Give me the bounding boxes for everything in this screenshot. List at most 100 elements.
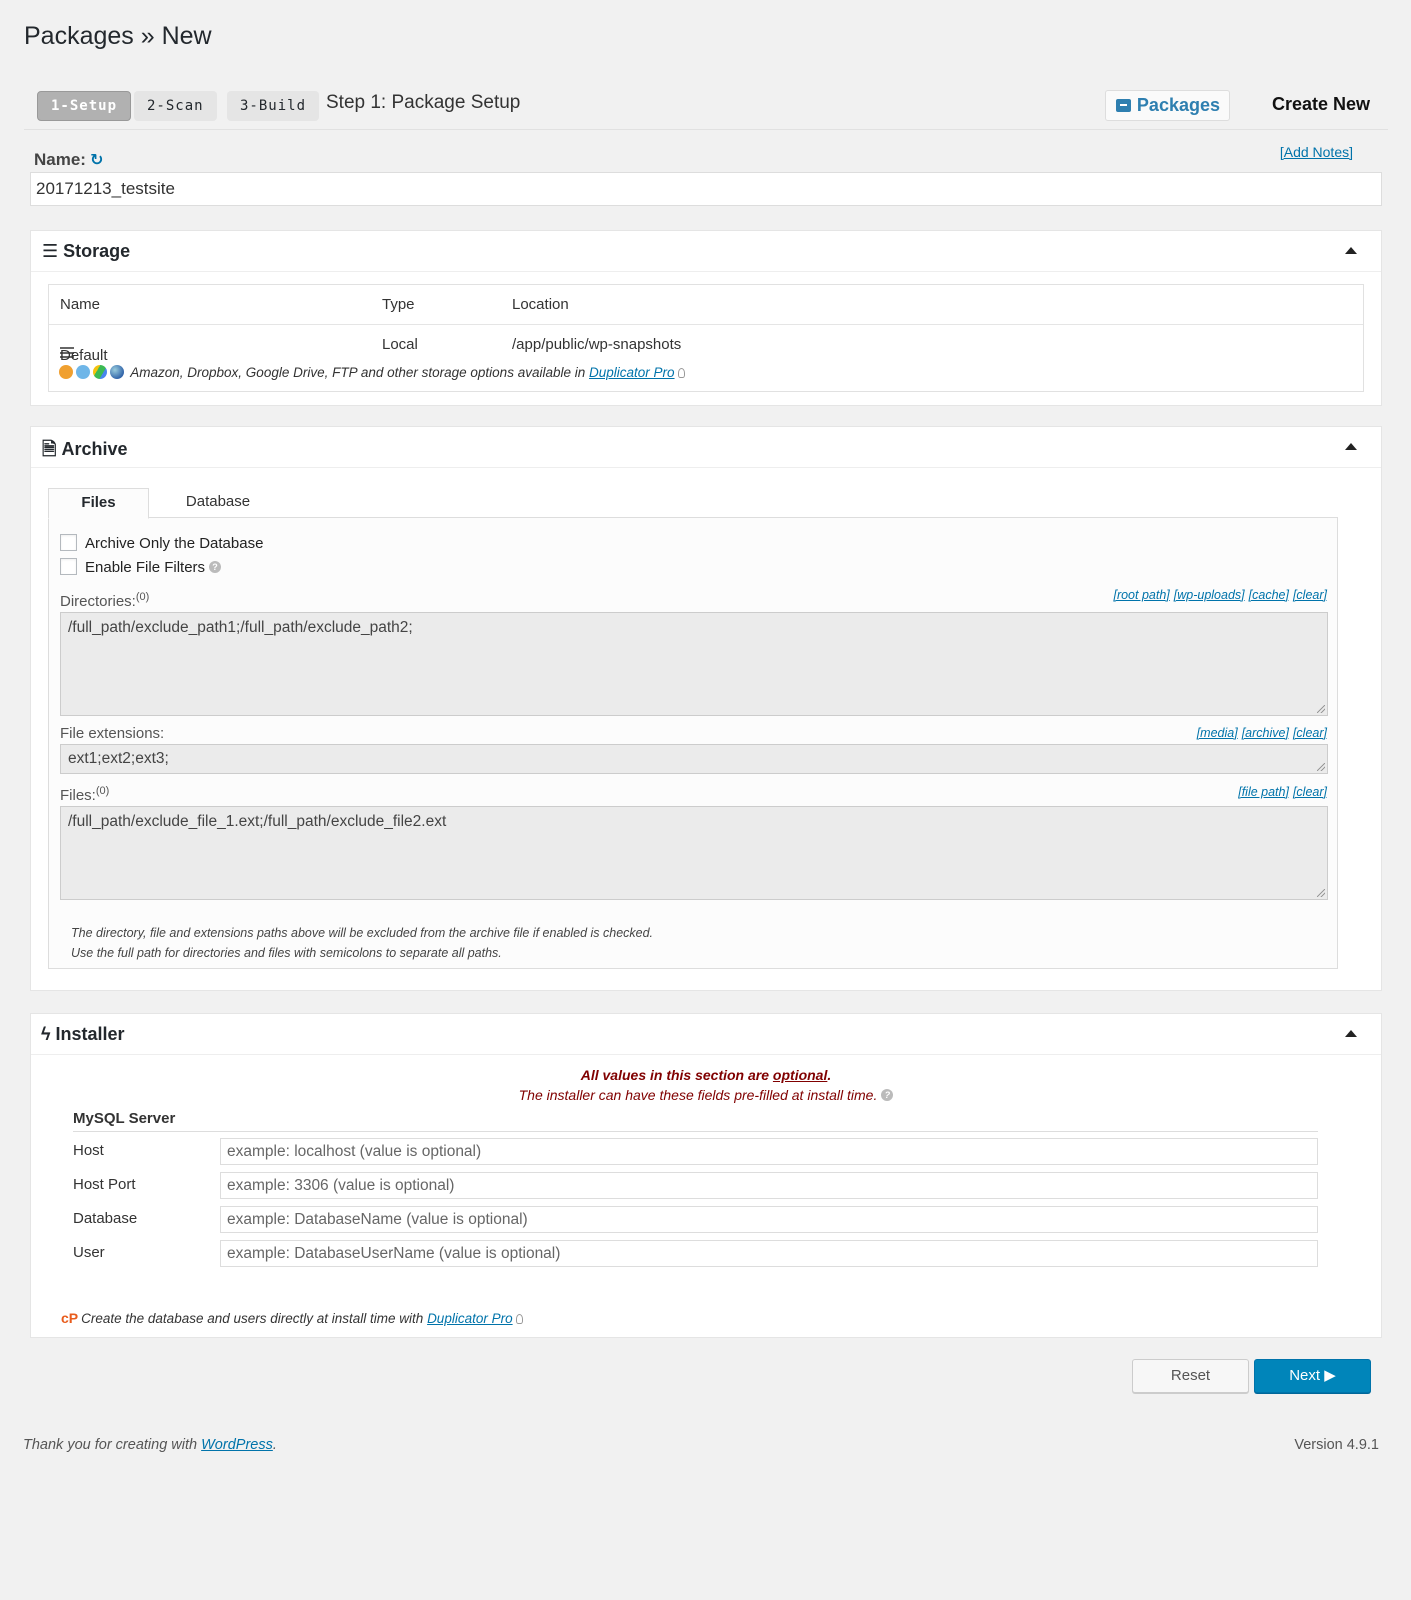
installer-pro-notice: cP Create the database and users directly… bbox=[61, 1310, 523, 1326]
file-archive-icon: 🗎 bbox=[42, 439, 57, 459]
storage-panel-header[interactable]: ☰ Storage bbox=[31, 231, 1381, 272]
next-button[interactable]: Next ▶ bbox=[1254, 1359, 1371, 1393]
mysql-server-heading: MySQL Server bbox=[73, 1110, 1318, 1132]
storage-title-text: Storage bbox=[63, 241, 131, 261]
footer-thanks-suffix: . bbox=[272, 1437, 277, 1453]
enable-file-filters-option[interactable]: Enable File Filters? bbox=[60, 558, 222, 576]
installer-pro-text: Create the database and users directly a… bbox=[81, 1311, 428, 1326]
collapse-caret-icon[interactable] bbox=[1345, 443, 1357, 450]
storage-pro-text: Amazon, Dropbox, Google Drive, FTP and o… bbox=[130, 365, 589, 380]
database-label: Database bbox=[73, 1210, 138, 1227]
media-link[interactable]: [media] bbox=[1197, 726, 1238, 740]
host-port-label: Host Port bbox=[73, 1176, 136, 1193]
lightbulb-icon bbox=[515, 1314, 523, 1324]
installer-prefill-notice: The installer can have these fields pre-… bbox=[31, 1087, 1381, 1103]
wp-uploads-link[interactable]: [wp-uploads] bbox=[1174, 588, 1245, 602]
archive-link[interactable]: [archive] bbox=[1242, 726, 1289, 740]
package-name-input[interactable]: 20171213_testsite bbox=[30, 172, 1382, 206]
wordpress-link[interactable]: WordPress bbox=[201, 1437, 273, 1453]
step-title: Step 1: Package Setup bbox=[326, 92, 521, 113]
add-notes-link[interactable]: [Add Notes] bbox=[1280, 144, 1353, 160]
extensions-links: [media] [archive] [clear] bbox=[1193, 726, 1327, 740]
help-icon[interactable]: ? bbox=[881, 1089, 894, 1101]
storage-title: ☰ Storage bbox=[42, 241, 130, 262]
create-new-label: Create New bbox=[1271, 94, 1370, 114]
files-label: Files:(0) bbox=[60, 785, 109, 804]
collapse-caret-icon[interactable] bbox=[1345, 247, 1357, 254]
packages-button[interactable]: Packages bbox=[1104, 90, 1230, 121]
host-port-input[interactable]: example: 3306 (value is optional) bbox=[220, 1172, 1318, 1199]
refresh-icon[interactable]: ↻ bbox=[90, 150, 103, 170]
tab-files[interactable]: Files bbox=[48, 488, 149, 519]
file-path-link[interactable]: [file path] bbox=[1238, 785, 1289, 799]
lightbulb-icon bbox=[677, 368, 685, 378]
ftp-globe-icon bbox=[110, 365, 124, 379]
root-path-link[interactable]: [root path] bbox=[1113, 588, 1169, 602]
storage-pro-notice: Amazon, Dropbox, Google Drive, FTP and o… bbox=[59, 365, 685, 380]
enable-file-filters-label: Enable File Filters bbox=[85, 559, 206, 576]
directories-textarea[interactable]: /full_path/exclude_path1;/full_path/excl… bbox=[60, 612, 1328, 716]
directories-links: [root path] [wp-uploads] [cache] [clear] bbox=[1109, 588, 1327, 602]
database-row: Database example: DatabaseName (value is… bbox=[73, 1206, 1318, 1234]
optional-notice-prefix: All values in this section are bbox=[580, 1067, 773, 1083]
files-tab-panel: Archive Only the Database Enable File Fi… bbox=[48, 517, 1338, 969]
package-name-value: 20171213_testsite bbox=[36, 179, 175, 198]
dropbox-icon bbox=[76, 365, 90, 379]
help-icon[interactable]: ? bbox=[209, 561, 222, 573]
extensions-textarea[interactable]: ext1;ext2;ext3; bbox=[60, 744, 1328, 774]
host-row: Host example: localhost (value is option… bbox=[73, 1138, 1318, 1166]
table-row[interactable]: Default Local /app/public/wp-snapshots bbox=[49, 325, 1363, 364]
installer-panel: ϟ Installer All values in this section ar… bbox=[30, 1013, 1382, 1338]
installer-panel-header[interactable]: ϟ Installer bbox=[31, 1014, 1381, 1055]
packages-button-label: Packages bbox=[1136, 95, 1220, 115]
archive-panel: 🗎 Archive Files Database Archive Only the… bbox=[30, 426, 1382, 991]
directories-label-text: Directories: bbox=[60, 593, 136, 610]
clear-extensions-link[interactable]: [clear] bbox=[1293, 726, 1327, 740]
column-header-name: Name bbox=[60, 296, 101, 313]
duplicator-pro-link[interactable]: Duplicator Pro bbox=[427, 1311, 513, 1326]
duplicator-pro-link[interactable]: Duplicator Pro bbox=[589, 365, 675, 380]
cpanel-icon: cP bbox=[61, 1310, 79, 1326]
clear-directories-link[interactable]: [clear] bbox=[1293, 588, 1327, 602]
database-input[interactable]: example: DatabaseName (value is optional… bbox=[220, 1206, 1318, 1233]
reset-button[interactable]: Reset bbox=[1132, 1359, 1249, 1393]
installer-title-text: Installer bbox=[55, 1024, 125, 1044]
files-count: (0) bbox=[95, 785, 110, 797]
archive-panel-header[interactable]: 🗎 Archive bbox=[31, 427, 1381, 468]
archive-box-icon bbox=[1115, 99, 1131, 112]
step-scan-button[interactable]: 2-Scan bbox=[134, 91, 217, 121]
archive-title-text: Archive bbox=[61, 439, 128, 459]
database-icon: ☰ bbox=[42, 241, 59, 261]
cache-link[interactable]: [cache] bbox=[1249, 588, 1289, 602]
step-bar: 1-Setup 2-Scan 3-Build Step 1: Package S… bbox=[24, 88, 1388, 130]
tab-database[interactable]: Database bbox=[168, 488, 268, 519]
host-input[interactable]: example: localhost (value is optional) bbox=[220, 1138, 1318, 1165]
extensions-label: File extensions: bbox=[60, 725, 165, 742]
archive-title: 🗎 Archive bbox=[42, 437, 128, 467]
storage-row-type: Local bbox=[382, 336, 418, 353]
enable-file-filters-checkbox[interactable] bbox=[60, 558, 77, 575]
archive-only-db-label: Archive Only the Database bbox=[85, 535, 264, 552]
google-drive-icon bbox=[93, 365, 107, 379]
storage-table: Name Type Location Default Local /app/pu… bbox=[48, 284, 1364, 392]
column-header-type: Type bbox=[382, 296, 415, 313]
filter-note-line-1: The directory, file and extensions paths… bbox=[71, 926, 654, 940]
collapse-caret-icon[interactable] bbox=[1345, 1030, 1357, 1037]
user-input[interactable]: example: DatabaseUserName (value is opti… bbox=[220, 1240, 1318, 1267]
files-textarea[interactable]: /full_path/exclude_file_1.ext;/full_path… bbox=[60, 806, 1328, 900]
step-setup-button[interactable]: 1-Setup bbox=[37, 91, 132, 121]
host-label: Host bbox=[73, 1142, 104, 1159]
host-port-row: Host Port example: 3306 (value is option… bbox=[73, 1172, 1318, 1200]
optional-link[interactable]: optional bbox=[773, 1067, 827, 1083]
footer-thanks: Thank you for creating with WordPress. bbox=[23, 1437, 277, 1453]
page-title: Packages » New bbox=[24, 22, 212, 50]
files-label-text: Files: bbox=[60, 787, 96, 804]
step-build-button[interactable]: 3-Build bbox=[227, 91, 320, 121]
user-label: User bbox=[73, 1244, 105, 1261]
archive-only-db-option[interactable]: Archive Only the Database bbox=[60, 534, 263, 552]
archive-only-db-checkbox[interactable] bbox=[60, 534, 77, 551]
clear-files-link[interactable]: [clear] bbox=[1293, 785, 1327, 799]
directories-count: (0) bbox=[135, 591, 150, 603]
installer-title: ϟ Installer bbox=[41, 1024, 125, 1045]
user-row: User example: DatabaseUserName (value is… bbox=[73, 1240, 1318, 1268]
